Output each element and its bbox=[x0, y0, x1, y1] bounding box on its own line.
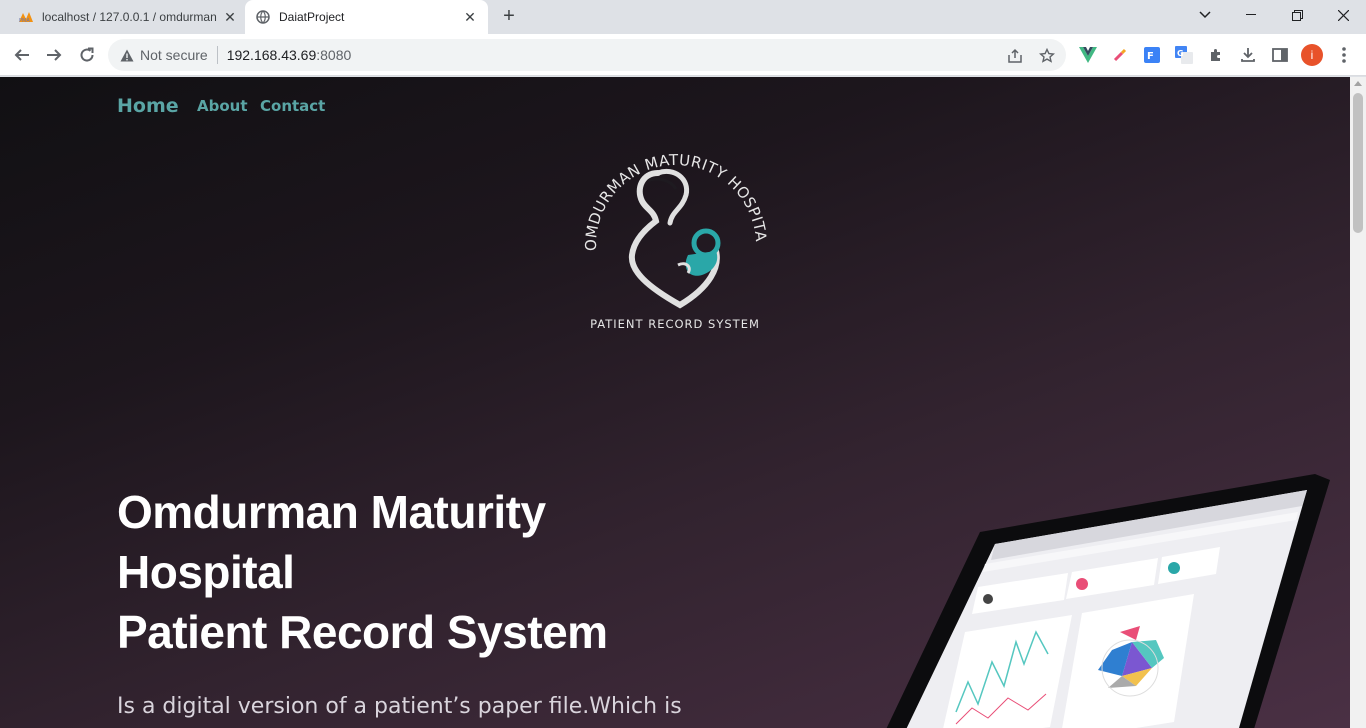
security-label: Not secure bbox=[140, 47, 208, 63]
tab-title: DaiatProject bbox=[279, 10, 345, 24]
phpmyadmin-icon: PMA bbox=[18, 9, 34, 25]
url-text: 192.168.43.69:8080 bbox=[227, 47, 352, 63]
close-icon[interactable]: ✕ bbox=[462, 9, 478, 25]
forward-button[interactable] bbox=[42, 43, 66, 67]
reload-button[interactable] bbox=[75, 43, 99, 67]
scrollbar-thumb[interactable] bbox=[1353, 93, 1363, 233]
svg-text:F: F bbox=[1147, 51, 1154, 62]
vertical-scrollbar[interactable] bbox=[1350, 77, 1366, 728]
profile-avatar[interactable]: i bbox=[1301, 44, 1323, 66]
hospital-logo: OMDURMAN MATURITY HOSPITAL PATIENT RECOR… bbox=[566, 101, 780, 335]
scroll-up-arrow-icon[interactable] bbox=[1354, 81, 1362, 86]
nav-about-link[interactable]: About bbox=[197, 97, 248, 115]
back-button[interactable] bbox=[10, 43, 34, 67]
laptop-mockup-image bbox=[886, 474, 1330, 728]
browser-toolbar: Not secure 192.168.43.69:8080 F G i bbox=[0, 34, 1366, 76]
svg-text:PMA: PMA bbox=[19, 18, 30, 23]
hero-line-1: Omdurman Maturity bbox=[117, 486, 546, 538]
color-picker-icon[interactable] bbox=[1110, 45, 1130, 65]
close-window-button[interactable] bbox=[1320, 0, 1366, 30]
nav-home-link[interactable]: Home bbox=[117, 95, 179, 117]
page-content: Home About Contact OMDURMAN MATURITY HOS… bbox=[0, 77, 1350, 728]
minimize-button[interactable] bbox=[1228, 0, 1274, 30]
side-panel-icon[interactable] bbox=[1270, 45, 1290, 65]
bookmark-star-icon[interactable] bbox=[1037, 46, 1057, 66]
restore-button[interactable] bbox=[1274, 0, 1320, 30]
svg-text:G: G bbox=[1177, 49, 1184, 58]
tab-daiatproject[interactable]: DaiatProject ✕ bbox=[245, 0, 488, 34]
security-indicator[interactable]: Not secure bbox=[120, 47, 208, 63]
hero-description: Is a digital version of a patient’s pape… bbox=[117, 694, 682, 719]
hero-heading: Omdurman Maturity Hospital Patient Recor… bbox=[117, 482, 608, 662]
logo-subtitle: PATIENT RECORD SYSTEM bbox=[590, 317, 760, 331]
share-icon[interactable] bbox=[1005, 46, 1025, 66]
globe-icon bbox=[255, 9, 271, 25]
address-bar[interactable]: Not secure 192.168.43.69:8080 bbox=[108, 39, 1066, 71]
warning-icon bbox=[120, 49, 134, 61]
url-port: :8080 bbox=[316, 47, 352, 63]
extensions-puzzle-icon[interactable] bbox=[1206, 45, 1226, 65]
tab-title: localhost / 127.0.0.1 / omdurman bbox=[42, 10, 217, 24]
tab-search-chevron-icon[interactable] bbox=[1182, 0, 1228, 30]
download-icon[interactable] bbox=[1238, 45, 1258, 65]
divider bbox=[216, 46, 218, 64]
tab-phpmyadmin[interactable]: PMA localhost / 127.0.0.1 / omdurman ✕ bbox=[8, 0, 248, 34]
close-icon[interactable]: ✕ bbox=[222, 9, 238, 25]
fonts-ninja-icon[interactable]: F bbox=[1142, 45, 1162, 65]
vue-devtools-icon[interactable] bbox=[1078, 45, 1098, 65]
url-host: 192.168.43.69 bbox=[226, 47, 317, 63]
kebab-menu-icon[interactable] bbox=[1334, 45, 1354, 65]
new-tab-button[interactable]: + bbox=[498, 6, 520, 28]
hero-line-3: Patient Record System bbox=[117, 606, 608, 658]
hero-line-2: Hospital bbox=[117, 546, 295, 598]
nav-contact-link[interactable]: Contact bbox=[260, 97, 325, 115]
tab-strip: PMA localhost / 127.0.0.1 / omdurman ✕ D… bbox=[0, 0, 1366, 34]
google-translate-icon[interactable]: G bbox=[1174, 45, 1194, 65]
